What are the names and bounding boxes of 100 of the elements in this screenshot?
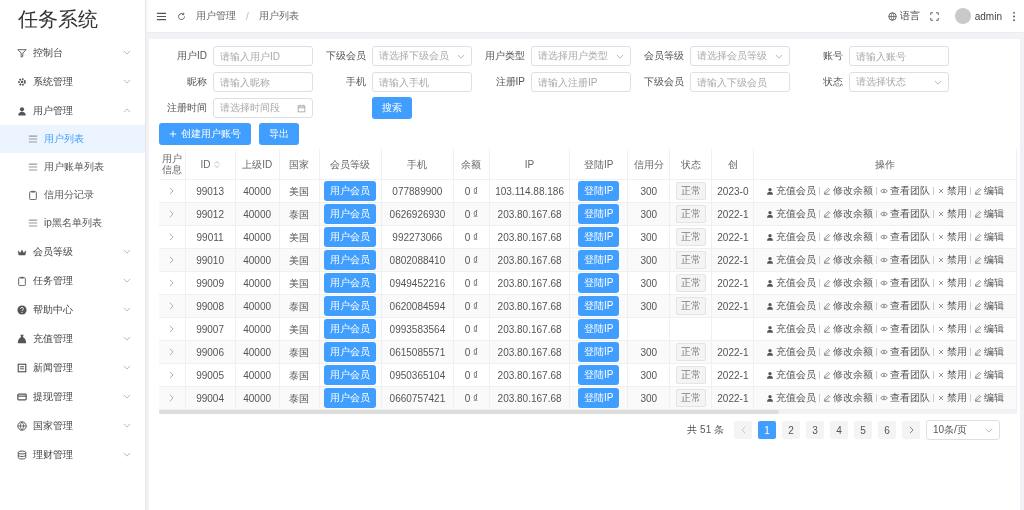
page-button[interactable]: 5 [854, 421, 872, 439]
action-link[interactable]: 查看团队 [880, 184, 931, 198]
input-field[interactable]: 请输入手机 [372, 72, 472, 92]
action-link[interactable]: 充值会员 [766, 253, 817, 267]
action-link[interactable]: 修改余额 [823, 230, 874, 244]
action-link[interactable]: 修改余额 [823, 207, 874, 221]
action-link[interactable]: 查看团队 [880, 207, 931, 221]
expand-icon[interactable] [169, 393, 175, 402]
action-link[interactable]: 编辑 [974, 230, 1005, 244]
action-link[interactable]: 禁用 [937, 230, 968, 244]
action-link[interactable]: 充值会员 [766, 299, 817, 313]
sidebar-item[interactable]: 新闻管理 [0, 353, 145, 382]
sidebar-item[interactable]: 会员等级 [0, 237, 145, 266]
input-field[interactable]: 请输入注册IP [531, 72, 631, 92]
action-link[interactable]: 修改余额 [823, 184, 874, 198]
sidebar-item[interactable]: 提现管理 [0, 382, 145, 411]
expand-icon[interactable] [169, 278, 175, 287]
action-link[interactable]: 查看团队 [880, 322, 931, 336]
language-menu[interactable]: 语言 [887, 9, 920, 23]
page-button[interactable]: 3 [806, 421, 824, 439]
action-link[interactable]: 编辑 [974, 184, 1005, 198]
action-link[interactable]: 编辑 [974, 207, 1005, 221]
action-link[interactable]: 查看团队 [880, 276, 931, 290]
sidebar-item[interactable]: 系统管理 [0, 67, 145, 96]
action-link[interactable]: 编辑 [974, 322, 1005, 336]
action-link[interactable]: 充值会员 [766, 345, 817, 359]
action-link[interactable]: 编辑 [974, 345, 1005, 359]
expand-icon[interactable] [169, 324, 175, 333]
menu-icon[interactable] [156, 10, 167, 22]
action-link[interactable]: 禁用 [937, 184, 968, 198]
input-field[interactable]: 请输入下级会员 [690, 72, 790, 92]
column-header: 国家 [279, 149, 320, 180]
action-link[interactable]: 查看团队 [880, 253, 931, 267]
action-link[interactable]: 充值会员 [766, 230, 817, 244]
sidebar-subitem[interactable]: ip黑名单列表 [0, 209, 145, 237]
action-link[interactable]: 查看团队 [880, 230, 931, 244]
action-link[interactable]: 查看团队 [880, 391, 931, 405]
action-link[interactable]: 修改余额 [823, 299, 874, 313]
sidebar-item[interactable]: 充值管理 [0, 324, 145, 353]
action-link[interactable]: 充值会员 [766, 184, 817, 198]
expand-icon[interactable] [169, 301, 175, 310]
action-link[interactable]: 修改余额 [823, 276, 874, 290]
sort-icon[interactable] [213, 160, 220, 170]
expand-icon[interactable] [169, 232, 175, 241]
action-link[interactable]: 修改余额 [823, 253, 874, 267]
action-link[interactable]: 禁用 [937, 276, 968, 290]
action-link[interactable]: 编辑 [974, 253, 1005, 267]
expand-icon[interactable] [169, 255, 175, 264]
sidebar-item[interactable]: 用户管理 [0, 96, 145, 125]
next-page-button[interactable] [902, 421, 920, 439]
page-size-select[interactable]: 10条/页 [926, 420, 1000, 440]
action-link[interactable]: 充值会员 [766, 207, 817, 221]
person-icon [766, 233, 775, 241]
action-link[interactable]: 禁用 [937, 299, 968, 313]
input-field[interactable]: 请输入昵称 [213, 72, 313, 92]
fullscreen-icon[interactable] [929, 11, 939, 21]
expand-icon[interactable] [169, 186, 175, 195]
sidebar-item[interactable]: 任务管理 [0, 266, 145, 295]
more-icon[interactable] [1012, 10, 1016, 22]
action-link[interactable]: 禁用 [937, 322, 968, 336]
input-field[interactable]: 请输入用户ID [213, 46, 313, 66]
action-link[interactable]: 充值会员 [766, 391, 817, 405]
action-link[interactable]: 修改余额 [823, 345, 874, 359]
sidebar-item[interactable]: 理财管理 [0, 440, 145, 469]
sidebar-subitem[interactable]: 信用分记录 [0, 181, 145, 209]
page-button[interactable]: 6 [878, 421, 896, 439]
action-link[interactable]: 禁用 [937, 207, 968, 221]
page-button[interactable]: 4 [830, 421, 848, 439]
action-link[interactable]: 编辑 [974, 368, 1005, 382]
action-link[interactable]: 编辑 [974, 299, 1005, 313]
page-button[interactable]: 2 [782, 421, 800, 439]
action-link[interactable]: 充值会员 [766, 368, 817, 382]
action-link[interactable]: 修改余额 [823, 368, 874, 382]
sidebar-item[interactable]: 帮助中心 [0, 295, 145, 324]
column-header[interactable]: ID [185, 149, 236, 180]
breadcrumb-item[interactable]: 用户管理 [196, 9, 236, 23]
action-link[interactable]: 充值会员 [766, 276, 817, 290]
avatar[interactable] [954, 8, 971, 24]
previous-page-button[interactable] [734, 421, 752, 439]
refresh-icon[interactable] [177, 11, 186, 21]
sidebar-item[interactable]: 控制台 [0, 38, 145, 67]
action-link[interactable]: 修改余额 [823, 391, 874, 405]
action-link[interactable]: 查看团队 [880, 299, 931, 313]
user-name[interactable]: admin [974, 10, 1002, 22]
action-link[interactable]: 查看团队 [880, 368, 931, 382]
input-field[interactable]: 请输入账号 [849, 46, 949, 66]
action-link[interactable]: 充值会员 [766, 322, 817, 336]
expand-icon[interactable] [169, 209, 175, 218]
sidebar-subitem[interactable]: 用户账单列表 [0, 153, 145, 181]
action-link[interactable]: 禁用 [937, 253, 968, 267]
action-link[interactable]: 修改余额 [823, 322, 874, 336]
expand-icon[interactable] [169, 347, 175, 356]
sidebar-item[interactable]: 国家管理 [0, 411, 145, 440]
action-link[interactable]: 禁用 [937, 368, 968, 382]
action-link[interactable]: 查看团队 [880, 345, 931, 359]
action-link[interactable]: 禁用 [937, 391, 968, 405]
expand-icon[interactable] [169, 370, 175, 379]
action-link[interactable]: 编辑 [974, 391, 1005, 405]
action-link[interactable]: 编辑 [974, 276, 1005, 290]
action-link[interactable]: 禁用 [937, 345, 968, 359]
